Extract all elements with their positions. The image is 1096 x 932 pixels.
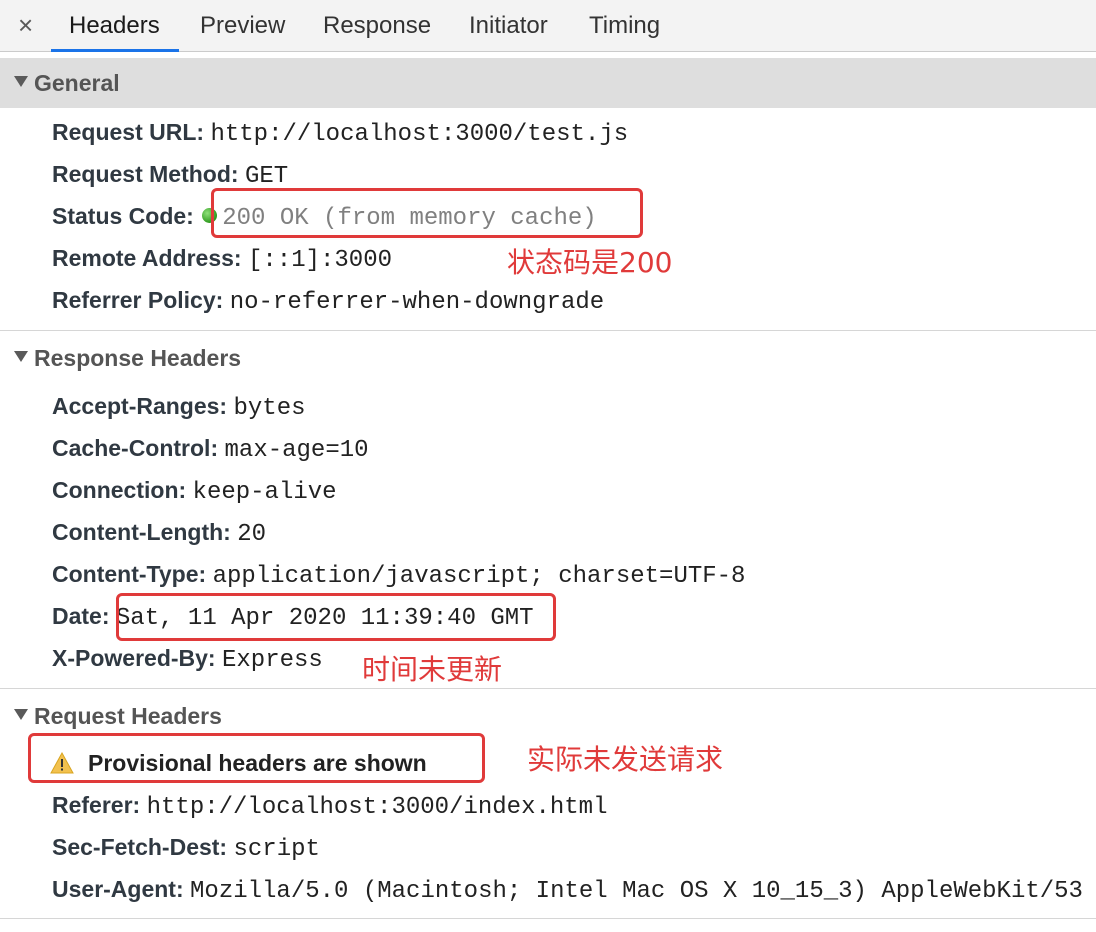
annotation-status-note: 状态码是200: [507, 246, 673, 279]
header-key: Accept-Ranges:: [52, 393, 228, 419]
header-value: http://localhost:3000/index.html: [146, 794, 608, 821]
annotation-box-status: [211, 188, 643, 238]
header-value: Mozilla/5.0 (Macintosh; Intel Mac OS X 1…: [190, 878, 1083, 905]
general-row-referrer-policy: Referrer Policy: no-referrer-when-downgr…: [52, 285, 604, 318]
header-value: keep-alive: [192, 479, 337, 506]
header-value: Express: [221, 647, 323, 674]
header-value: http://localhost:3000/test.js: [210, 121, 629, 148]
annotation-date-note: 时间未更新: [362, 653, 503, 686]
annotation-request-note: 实际未发送请求: [527, 743, 724, 776]
header-key: Status Code:: [52, 203, 194, 229]
response-row-content-length: Content-Length: 20: [52, 517, 266, 550]
section-divider: [0, 330, 1096, 331]
header-value: [::1]:3000: [247, 247, 393, 274]
general-row-request-url: Request URL: http://localhost:3000/test.…: [52, 117, 628, 150]
header-value: application/javascript; charset=UTF-8: [212, 563, 746, 590]
section-title: Request Headers: [34, 703, 222, 729]
header-key: Connection:: [52, 477, 187, 503]
header-key: Referer:: [52, 792, 141, 818]
request-row-referer: Referer: http://localhost:3000/index.htm…: [52, 790, 607, 823]
annotation-box-date: [116, 593, 556, 641]
triangle-down-icon[interactable]: [14, 709, 28, 720]
header-key: Sec-Fetch-Dest:: [52, 834, 228, 860]
triangle-down-icon[interactable]: [14, 76, 28, 87]
section-general-header[interactable]: General: [0, 58, 1096, 108]
response-row-x-powered-by: X-Powered-By: Express: [52, 643, 323, 676]
request-row-sec-fetch-dest: Sec-Fetch-Dest: script: [52, 832, 320, 865]
header-key: Content-Length:: [52, 519, 231, 545]
response-row-content-type: Content-Type: application/javascript; ch…: [52, 559, 745, 592]
close-icon[interactable]: ×: [18, 10, 33, 40]
header-value: 20: [237, 521, 267, 548]
general-row-remote-address: Remote Address: [::1]:3000: [52, 243, 392, 276]
header-value: no-referrer-when-downgrade: [229, 289, 605, 316]
header-key: Cache-Control:: [52, 435, 219, 461]
header-value: bytes: [233, 395, 306, 422]
header-key: Request URL:: [52, 119, 205, 145]
response-row-connection: Connection: keep-alive: [52, 475, 337, 508]
header-value: script: [233, 836, 320, 863]
tab-timing[interactable]: Timing: [589, 12, 660, 40]
header-key: X-Powered-By:: [52, 645, 216, 671]
request-row-user-agent: User-Agent: Mozilla/5.0 (Macintosh; Inte…: [52, 874, 1083, 907]
annotation-box-provisional: [28, 733, 485, 783]
tab-headers[interactable]: Headers: [69, 12, 160, 40]
bottom-divider: [0, 918, 1096, 919]
tab-response[interactable]: Response: [323, 12, 431, 40]
tab-initiator[interactable]: Initiator: [469, 12, 548, 40]
section-title: Response Headers: [34, 345, 242, 371]
header-key: Remote Address:: [52, 245, 242, 271]
response-row-cache-control: Cache-Control: max-age=10: [52, 433, 369, 466]
tab-bar: × Headers Preview Response Initiator Tim…: [0, 0, 1096, 52]
header-key: Referrer Policy:: [52, 287, 224, 313]
header-value: GET: [244, 163, 289, 190]
section-divider: [0, 688, 1096, 689]
header-value: max-age=10: [224, 437, 369, 464]
section-title: General: [34, 70, 120, 96]
tab-preview[interactable]: Preview: [200, 12, 285, 40]
section-response-headers-header[interactable]: Response Headers: [0, 333, 1096, 383]
response-row-accept-ranges: Accept-Ranges: bytes: [52, 391, 306, 424]
header-key: User-Agent:: [52, 876, 184, 902]
triangle-down-icon[interactable]: [14, 351, 28, 362]
header-key: Date:: [52, 603, 110, 629]
active-tab-indicator: [51, 49, 179, 52]
header-key: Content-Type:: [52, 561, 207, 587]
header-key: Request Method:: [52, 161, 239, 187]
